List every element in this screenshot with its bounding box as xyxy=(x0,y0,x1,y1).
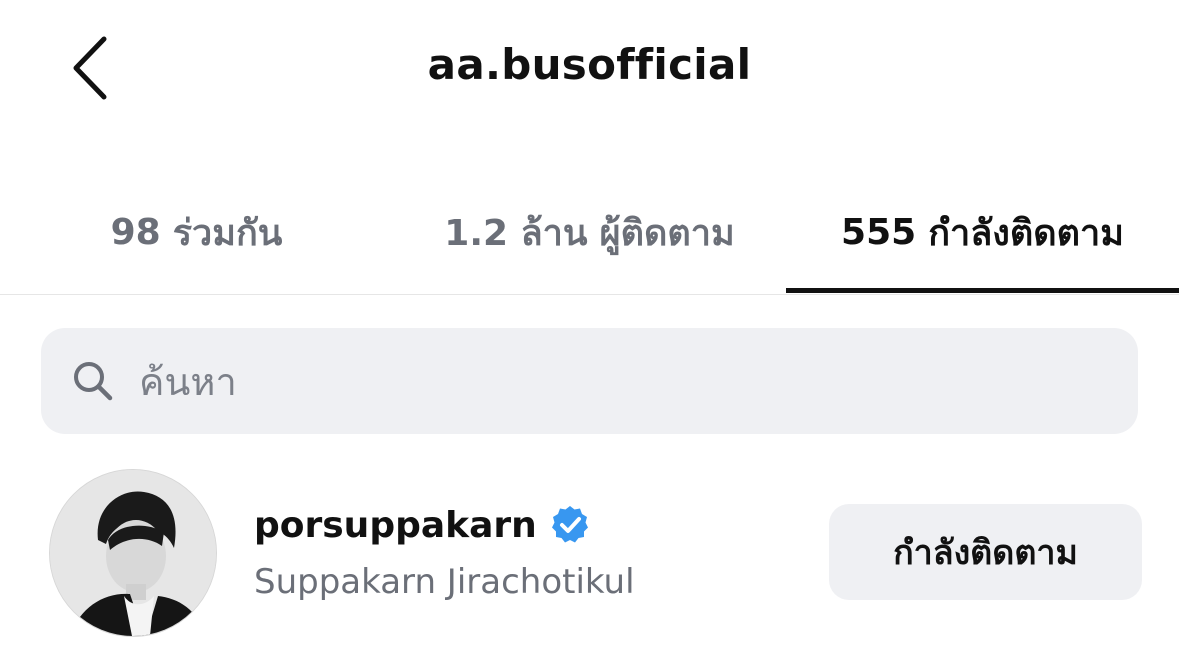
following-screen: aa.busofficial 98 ร่วมกัน 1.2 ล้าน ผู้ติ… xyxy=(0,0,1179,652)
list-item[interactable]: porsuppakarn Suppakarn Jirachotikul กำลั… xyxy=(0,462,1179,642)
avatar[interactable] xyxy=(49,469,217,637)
tab-count: 98 xyxy=(110,211,161,253)
username[interactable]: porsuppakarn xyxy=(254,504,591,546)
header: aa.busofficial xyxy=(0,0,1179,140)
verified-badge-icon xyxy=(549,504,591,546)
page-title: aa.busofficial xyxy=(427,40,752,89)
tab-label: ผู้ติดตาม xyxy=(599,212,735,254)
search-icon xyxy=(71,359,115,403)
tab-followers[interactable]: 1.2 ล้าน ผู้ติดตาม xyxy=(393,172,786,292)
search-input[interactable]: ค้นหา xyxy=(41,328,1138,434)
following-button[interactable]: กำลังติดตาม xyxy=(829,504,1142,600)
search-placeholder: ค้นหา xyxy=(139,359,237,404)
tab-following[interactable]: 555 กำลังติดตาม xyxy=(786,172,1179,292)
username-text: porsuppakarn xyxy=(254,504,537,546)
tab-count: 555 xyxy=(841,211,917,253)
tab-mutual[interactable]: 98 ร่วมกัน xyxy=(0,172,393,292)
tab-bar: 98 ร่วมกัน 1.2 ล้าน ผู้ติดตาม 555 กำลังต… xyxy=(0,172,1179,295)
tab-count: 1.2 ล้าน xyxy=(444,212,588,254)
tab-label: ร่วมกัน xyxy=(172,212,283,254)
tab-label: กำลังติดตาม xyxy=(928,212,1124,254)
full-name: Suppakarn Jirachotikul xyxy=(254,562,635,602)
active-tab-indicator xyxy=(786,288,1179,293)
